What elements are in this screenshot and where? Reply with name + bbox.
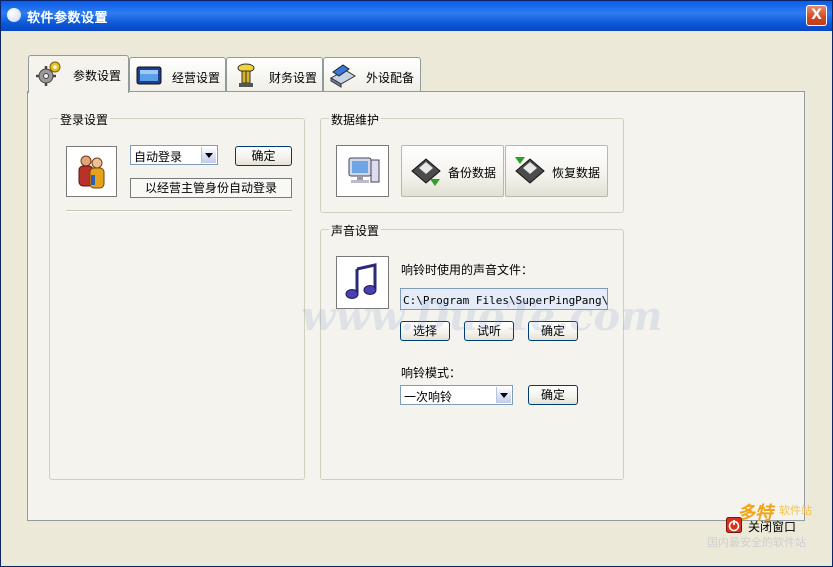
- login-mode-select[interactable]: 自动登录: [130, 145, 218, 165]
- tab-business-label: 经营设置: [172, 71, 221, 85]
- login-settings-group: 登录设置 自动登录 确定 以经营主管身份自动登录: [49, 111, 305, 480]
- close-window-footer-button[interactable]: 关闭窗口: [726, 516, 802, 536]
- data-maintenance-legend: 数据维护: [329, 111, 382, 128]
- login-divider: [66, 210, 292, 212]
- login-confirm-button[interactable]: 确定: [235, 146, 292, 166]
- computer-icon-box: [336, 145, 389, 197]
- login-settings-legend: 登录设置: [58, 111, 111, 128]
- data-maintenance-group: 数据维护 备份数据 恢复数据: [320, 111, 624, 213]
- restore-data-button[interactable]: 恢复数据: [505, 145, 608, 197]
- computer-icon: [348, 157, 380, 183]
- login-mode-value: 自动登录: [134, 150, 183, 164]
- logo-slogan: 国内最安全的软件站: [707, 536, 806, 549]
- tab-peripheral-label: 外设配备: [366, 71, 415, 85]
- client-area: 参数设置 经营设置 财务设置 外设配备 登录设置 自动登录 确定 以经营主管身份…: [1, 31, 832, 566]
- sound-file-label: 响铃时使用的声音文件：: [401, 263, 534, 277]
- ring-mode-label: 响铃模式：: [401, 366, 462, 380]
- sound-settings-legend: 声音设置: [329, 222, 382, 239]
- tab-peripheral[interactable]: 外设配备: [323, 57, 421, 91]
- window-title: 软件参数设置: [27, 11, 109, 26]
- chevron-down-icon[interactable]: [496, 387, 511, 403]
- tab-params[interactable]: 参数设置: [28, 55, 129, 93]
- users-icon: [78, 155, 105, 189]
- ring-mode-confirm-button[interactable]: 确定: [528, 385, 578, 405]
- backup-data-button[interactable]: 备份数据: [401, 145, 504, 197]
- users-icon-box: [66, 146, 117, 197]
- close-window-button[interactable]: X: [806, 5, 827, 26]
- tab-business[interactable]: 经营设置: [129, 57, 226, 91]
- chevron-down-icon[interactable]: [201, 147, 216, 163]
- title-bar[interactable]: 软件参数设置 X: [1, 1, 832, 31]
- backup-data-label: 备份数据: [448, 166, 497, 180]
- sound-settings-group: 声音设置 响铃时使用的声音文件： C:\Program Files\SuperP…: [320, 222, 624, 480]
- floppy-restore-icon: [515, 157, 545, 184]
- scanner-icon: [330, 64, 356, 88]
- ring-mode-value: 一次响铃: [404, 390, 453, 404]
- gears-icon: [36, 61, 61, 86]
- restore-data-label: 恢复数据: [552, 166, 601, 180]
- tab-finance[interactable]: 财务设置: [226, 57, 323, 91]
- settings-window: 软件参数设置 X 参数设置 经营设置 财务设置 外设配备 登录设置 自动登录 确…: [0, 0, 833, 567]
- tower-icon: [237, 63, 255, 87]
- monitor-icon: [136, 66, 162, 85]
- ring-mode-select[interactable]: 一次响铃: [400, 385, 513, 405]
- floppy-backup-icon: [411, 158, 441, 186]
- auto-login-button[interactable]: 以经营主管身份自动登录: [130, 178, 292, 198]
- close-window-label: 关闭窗口: [748, 520, 797, 534]
- power-icon: [726, 517, 742, 533]
- app-icon: [7, 8, 21, 22]
- tab-finance-label: 财务设置: [269, 71, 318, 85]
- tab-params-label: 参数设置: [73, 69, 122, 83]
- watermark: www.DuoTe.com: [301, 293, 663, 340]
